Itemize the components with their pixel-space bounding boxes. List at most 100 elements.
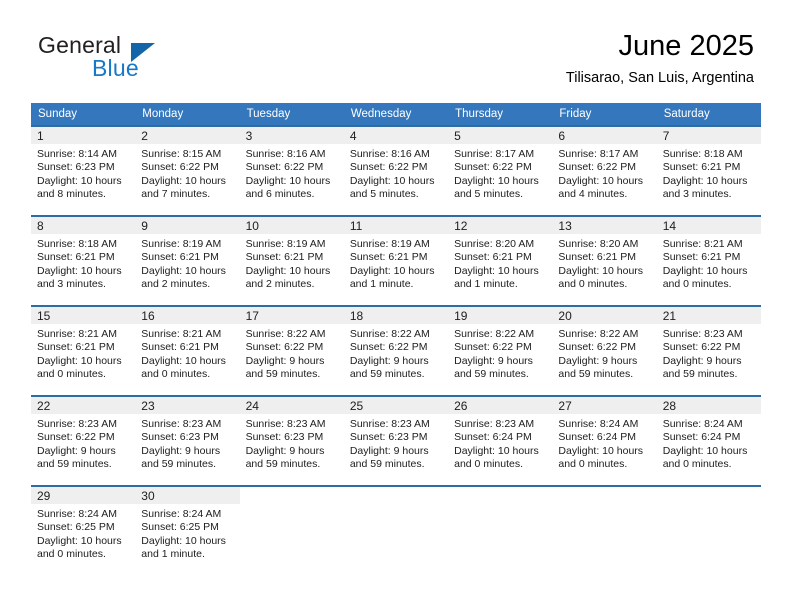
sunset-text: Sunset: 6:25 PM: [37, 521, 115, 534]
calendar-day-cell[interactable]: 25 Sunrise: 8:23 AM Sunset: 6:23 PM Dayligh…: [343, 395, 449, 486]
day-details: Sunrise: 8:19 AM Sunset: 6:21 PM Daylight:…: [344, 234, 448, 292]
logo-text-blue: Blue: [92, 55, 139, 81]
day-details: Sunrise: 8:24 AM Sunset: 6:25 PM Daylight:…: [135, 504, 239, 562]
day-details: Sunrise: 8:17 AM Sunset: 6:22 PM Daylight:…: [448, 144, 552, 202]
daylight-text: Daylight: 10 hours and 0 minutes.: [558, 264, 644, 291]
sunset-text: Sunset: 6:24 PM: [662, 431, 741, 444]
daylight-text: Daylight: 9 hours and 59 minutes.: [37, 444, 116, 471]
day-number: 14: [656, 217, 761, 234]
calendar-day-cell[interactable]: 3 Sunrise: 8:16 AM Sunset: 6:22 PM Daylight…: [239, 125, 344, 216]
calendar-day-cell[interactable]: 15 Sunrise: 8:21 AM Sunset: 6:21 PM Dayligh…: [31, 305, 136, 396]
calendar-day-cell[interactable]: 17 Sunrise: 8:22 AM Sunset: 6:22 PM Dayligh…: [239, 305, 344, 396]
calendar-day-cell-inner: [552, 487, 656, 575]
daylight-text: Daylight: 10 hours and 1 minute.: [349, 264, 435, 291]
day-number: 22: [31, 397, 136, 414]
daylight-text: Daylight: 10 hours and 4 minutes.: [558, 174, 644, 201]
calendar-day-cell[interactable]: 7 Sunrise: 8:18 AM Sunset: 6:21 PM Daylight…: [656, 125, 761, 216]
calendar-day-cell[interactable]: 18 Sunrise: 8:22 AM Sunset: 6:22 PM Dayligh…: [343, 305, 449, 396]
calendar-day-cell[interactable]: 2 Sunrise: 8:15 AM Sunset: 6:22 PM Daylight…: [135, 125, 240, 216]
calendar-day-cell[interactable]: 20 Sunrise: 8:22 AM Sunset: 6:22 PM Dayligh…: [552, 305, 657, 396]
page-title: June 2025: [618, 30, 754, 62]
day-details: Sunrise: 8:21 AM Sunset: 6:21 PM Daylight:…: [135, 324, 239, 382]
calendar-day-cell-inner: 15 Sunrise: 8:21 AM Sunset: 6:21 PM Dayligh…: [31, 307, 136, 395]
day-details: Sunrise: 8:23 AM Sunset: 6:22 PM Daylight:…: [31, 414, 135, 472]
sunset-text: Sunset: 6:21 PM: [662, 251, 741, 264]
daylight-text: Daylight: 10 hours and 0 minutes.: [37, 354, 122, 381]
calendar-day-cell[interactable]: 4 Sunrise: 8:16 AM Sunset: 6:22 PM Daylight…: [343, 125, 449, 216]
calendar-day-cell[interactable]: 16 Sunrise: 8:21 AM Sunset: 6:21 PM Dayligh…: [135, 305, 240, 396]
calendar-day-cell[interactable]: 24 Sunrise: 8:23 AM Sunset: 6:23 PM Dayligh…: [239, 395, 344, 486]
calendar-day-cell[interactable]: 28 Sunrise: 8:24 AM Sunset: 6:24 PM Dayligh…: [656, 395, 761, 486]
day-details: Sunrise: 8:24 AM Sunset: 6:24 PM Daylight:…: [657, 414, 761, 472]
sunrise-text: Sunrise: 8:22 AM: [454, 328, 535, 340]
sunset-text: Sunset: 6:23 PM: [349, 431, 428, 444]
sunset-text: Sunset: 6:21 PM: [454, 251, 532, 264]
sunrise-text: Sunrise: 8:22 AM: [245, 328, 326, 340]
daylight-text: Daylight: 9 hours and 59 minutes.: [245, 444, 325, 471]
calendar-day-cell-empty: [656, 485, 761, 576]
daylight-text: Daylight: 10 hours and 5 minutes.: [454, 174, 539, 201]
sunrise-text: Sunrise: 8:18 AM: [37, 238, 117, 250]
daylight-text: Daylight: 10 hours and 6 minutes.: [245, 174, 331, 201]
calendar-day-cell[interactable]: 26 Sunrise: 8:23 AM Sunset: 6:24 PM Dayligh…: [448, 395, 553, 486]
calendar-day-cell-inner: 11 Sunrise: 8:19 AM Sunset: 6:21 PM Dayligh…: [343, 217, 449, 305]
calendar-day-cell[interactable]: 6 Sunrise: 8:17 AM Sunset: 6:22 PM Daylight…: [552, 125, 657, 216]
day-details: Sunrise: 8:22 AM Sunset: 6:22 PM Daylight:…: [448, 324, 552, 382]
calendar-day-cell[interactable]: 19 Sunrise: 8:22 AM Sunset: 6:22 PM Dayligh…: [448, 305, 553, 396]
day-details: Sunrise: 8:23 AM Sunset: 6:23 PM Daylight:…: [240, 414, 344, 472]
day-number: 3: [239, 127, 344, 144]
sunrise-text: Sunrise: 8:19 AM: [349, 238, 430, 250]
calendar-day-cell-inner: 19 Sunrise: 8:22 AM Sunset: 6:22 PM Dayligh…: [448, 307, 553, 395]
day-details: Sunrise: 8:23 AM Sunset: 6:23 PM Daylight:…: [135, 414, 239, 472]
calendar-day-cell[interactable]: 22 Sunrise: 8:23 AM Sunset: 6:22 PM Dayligh…: [31, 395, 136, 486]
calendar-day-cell[interactable]: 14 Sunrise: 8:21 AM Sunset: 6:21 PM Dayligh…: [656, 215, 761, 306]
calendar-day-cell-inner: 13 Sunrise: 8:20 AM Sunset: 6:21 PM Dayligh…: [552, 217, 657, 305]
sunrise-text: Sunrise: 8:24 AM: [558, 418, 639, 430]
day-details: Sunrise: 8:17 AM Sunset: 6:22 PM Daylight:…: [552, 144, 656, 202]
daylight-text: Daylight: 9 hours and 59 minutes.: [349, 354, 429, 381]
general-blue-logo[interactable]: General Blue: [38, 32, 238, 88]
calendar-day-cell-inner: [657, 487, 761, 575]
calendar-day-cell-inner: 21 Sunrise: 8:23 AM Sunset: 6:22 PM Dayligh…: [656, 307, 761, 395]
day-details: Sunrise: 8:20 AM Sunset: 6:21 PM Daylight:…: [552, 234, 656, 292]
calendar-day-cell[interactable]: 11 Sunrise: 8:19 AM Sunset: 6:21 PM Dayligh…: [343, 215, 449, 306]
calendar-week-row: 22 Sunrise: 8:23 AM Sunset: 6:22 PM Dayligh…: [31, 395, 761, 486]
daylight-text: Daylight: 9 hours and 59 minutes.: [349, 444, 429, 471]
day-number: 10: [239, 217, 344, 234]
day-details: Sunrise: 8:16 AM Sunset: 6:22 PM Daylight:…: [240, 144, 344, 202]
calendar-day-cell-inner: 22 Sunrise: 8:23 AM Sunset: 6:22 PM Dayligh…: [31, 397, 136, 485]
sunrise-text: Sunrise: 8:20 AM: [558, 238, 639, 250]
sunset-text: Sunset: 6:21 PM: [662, 161, 741, 174]
day-number: 20: [552, 307, 657, 324]
day-number: 26: [448, 397, 553, 414]
day-number: 28: [656, 397, 761, 414]
calendar-day-cell[interactable]: 1 Sunrise: 8:14 AM Sunset: 6:23 PM Daylight…: [31, 125, 136, 216]
day-details: Sunrise: 8:23 AM Sunset: 6:23 PM Daylight:…: [344, 414, 448, 472]
calendar-day-cell[interactable]: 8 Sunrise: 8:18 AM Sunset: 6:21 PM Daylight…: [31, 215, 136, 306]
calendar-day-cell[interactable]: 12 Sunrise: 8:20 AM Sunset: 6:21 PM Dayligh…: [448, 215, 553, 306]
sunrise-text: Sunrise: 8:24 AM: [141, 508, 222, 520]
calendar-day-cell[interactable]: 5 Sunrise: 8:17 AM Sunset: 6:22 PM Daylight…: [448, 125, 553, 216]
calendar-day-cell[interactable]: 10 Sunrise: 8:19 AM Sunset: 6:21 PM Dayligh…: [239, 215, 344, 306]
calendar-day-cell[interactable]: 27 Sunrise: 8:24 AM Sunset: 6:24 PM Dayligh…: [552, 395, 657, 486]
sunset-text: Sunset: 6:22 PM: [37, 431, 115, 444]
calendar-day-cell-inner: 6 Sunrise: 8:17 AM Sunset: 6:22 PM Daylight…: [552, 127, 657, 215]
calendar-day-cell[interactable]: 21 Sunrise: 8:23 AM Sunset: 6:22 PM Dayligh…: [656, 305, 761, 396]
calendar-day-cell[interactable]: 13 Sunrise: 8:20 AM Sunset: 6:21 PM Dayligh…: [552, 215, 657, 306]
calendar-day-cell[interactable]: 23 Sunrise: 8:23 AM Sunset: 6:23 PM Dayligh…: [135, 395, 240, 486]
sunset-text: Sunset: 6:22 PM: [558, 341, 637, 354]
calendar-day-cell-inner: 27 Sunrise: 8:24 AM Sunset: 6:24 PM Dayligh…: [552, 397, 657, 485]
calendar-day-cell-inner: 20 Sunrise: 8:22 AM Sunset: 6:22 PM Dayligh…: [552, 307, 657, 395]
calendar-day-cell[interactable]: 29 Sunrise: 8:24 AM Sunset: 6:25 PM Dayligh…: [31, 485, 136, 576]
sunrise-text: Sunrise: 8:20 AM: [454, 238, 535, 250]
calendar-day-cell[interactable]: 9 Sunrise: 8:19 AM Sunset: 6:21 PM Daylight…: [135, 215, 240, 306]
weekday-header-wednesday: Wednesday: [343, 103, 449, 126]
calendar-day-cell-inner: 3 Sunrise: 8:16 AM Sunset: 6:22 PM Daylight…: [239, 127, 344, 215]
day-number: 19: [448, 307, 553, 324]
daylight-text: Daylight: 9 hours and 59 minutes.: [454, 354, 533, 381]
daylight-text: Daylight: 10 hours and 2 minutes.: [245, 264, 331, 291]
day-number: 27: [552, 397, 657, 414]
day-details: Sunrise: 8:22 AM Sunset: 6:22 PM Daylight:…: [240, 324, 344, 382]
calendar-day-cell[interactable]: 30 Sunrise: 8:24 AM Sunset: 6:25 PM Dayligh…: [135, 485, 240, 576]
sunrise-text: Sunrise: 8:15 AM: [141, 148, 222, 160]
